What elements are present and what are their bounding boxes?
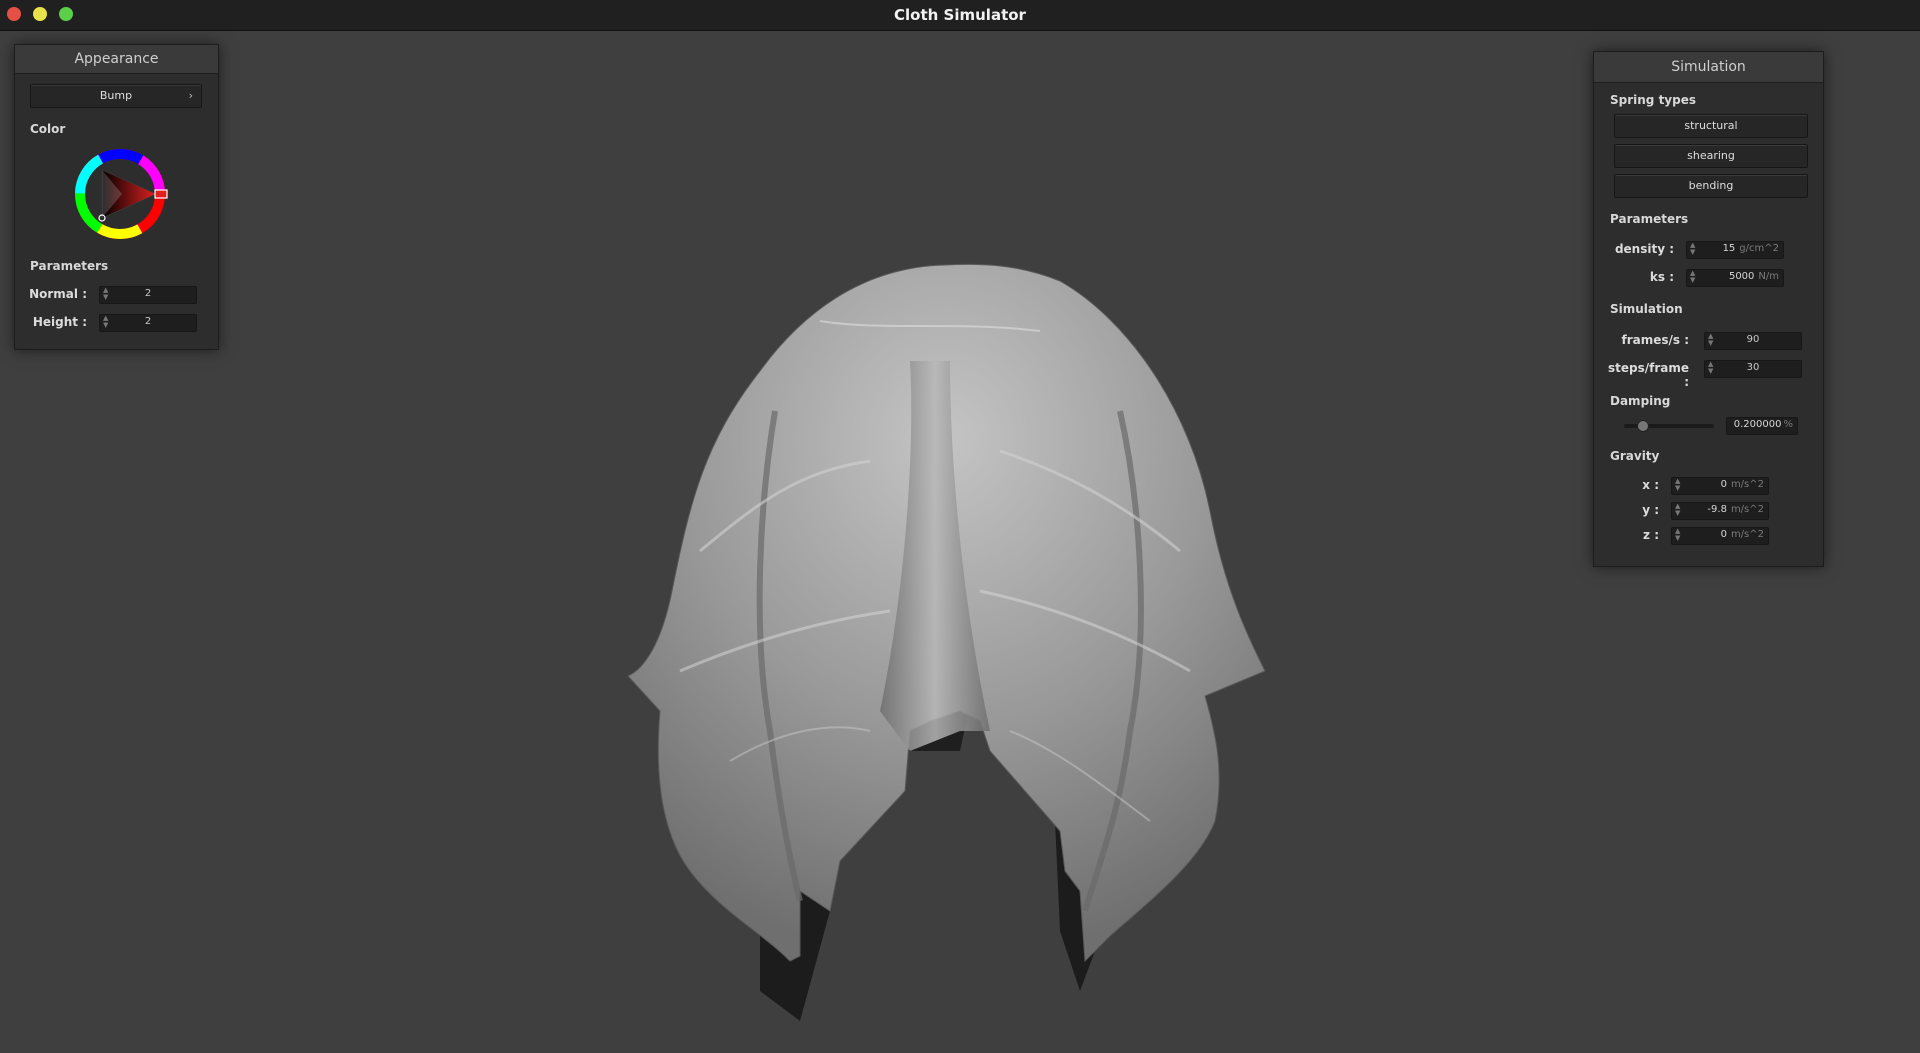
density-input[interactable]: ▲ ▼ 15 g/cm^2 — [1686, 241, 1784, 259]
appearance-panel-title: Appearance — [15, 45, 218, 74]
damping-label: Damping — [1610, 394, 1671, 408]
ks-value: 5000 — [1728, 271, 1755, 282]
steps-per-frame-value: 30 — [1746, 362, 1760, 373]
spinner-arrows-icon[interactable]: ▲ ▼ — [1675, 478, 1680, 492]
gravity-x-label: x : — [1642, 478, 1659, 492]
frames-per-second-input[interactable]: ▲ ▼ 90 — [1704, 332, 1802, 350]
spinner-arrows-icon[interactable]: ▲ ▼ — [1675, 503, 1680, 517]
spinner-arrows-icon[interactable]: ▲ ▼ — [1690, 270, 1695, 284]
shearing-spring-button[interactable]: shearing — [1614, 144, 1808, 168]
damping-input[interactable]: 0.200000% — [1726, 417, 1798, 435]
chevron-right-icon: › — [188, 89, 193, 102]
damping-unit: % — [1783, 419, 1793, 430]
simulation-section-label: Simulation — [1610, 302, 1683, 316]
color-wheel[interactable] — [72, 146, 168, 242]
height-value: 2 — [144, 316, 152, 327]
frames-per-second-label: frames/s : — [1621, 333, 1689, 347]
height-label: Height : — [32, 315, 87, 329]
gravity-x-unit: m/s^2 — [1730, 479, 1764, 490]
gravity-label: Gravity — [1610, 449, 1660, 463]
gravity-z-value: 0 — [1720, 529, 1727, 540]
simulation-panel: Simulation Spring types structural shear… — [1593, 51, 1824, 567]
frames-per-second-value: 90 — [1746, 334, 1760, 345]
steps-per-frame-input[interactable]: ▲ ▼ 30 — [1704, 360, 1802, 378]
simulation-parameters-label: Parameters — [1610, 212, 1689, 226]
color-section-label: Color — [30, 122, 66, 136]
gravity-y-input[interactable]: ▲ ▼ -9.8 m/s^2 — [1671, 502, 1769, 520]
structural-spring-button[interactable]: structural — [1614, 114, 1808, 138]
ks-input[interactable]: ▲ ▼ 5000 N/m — [1686, 269, 1784, 287]
density-value: 15 — [1722, 243, 1736, 254]
height-input[interactable]: ▲ ▼ 2 — [99, 314, 197, 332]
cloth-mesh[interactable] — [627, 263, 1266, 1021]
gravity-z-input[interactable]: ▲ ▼ 0 m/s^2 — [1671, 527, 1769, 545]
steps-per-frame-label: steps/frame : — [1607, 361, 1689, 389]
density-unit: g/cm^2 — [1739, 243, 1779, 254]
gravity-y-unit: m/s^2 — [1730, 504, 1764, 515]
gravity-z-unit: m/s^2 — [1730, 529, 1764, 540]
spinner-arrows-icon[interactable]: ▲ ▼ — [1690, 242, 1695, 256]
normal-value: 2 — [144, 288, 152, 299]
density-label: density : — [1614, 242, 1674, 256]
gravity-y-label: y : — [1642, 503, 1659, 517]
spinner-arrows-icon[interactable]: ▲ ▼ — [1675, 528, 1680, 542]
gravity-z-label: z : — [1643, 528, 1659, 542]
spring-types-label: Spring types — [1610, 93, 1697, 107]
window-title: Cloth Simulator — [894, 6, 1026, 24]
gravity-y-value: -9.8 — [1707, 504, 1727, 515]
ks-unit: N/m — [1758, 271, 1779, 282]
appearance-panel: Appearance Bump › Color Parameters Norma… — [14, 44, 219, 350]
shader-dropdown-label: Bump — [99, 89, 133, 102]
damping-slider-track[interactable] — [1624, 420, 1714, 432]
bending-spring-button[interactable]: bending — [1614, 174, 1808, 198]
damping-slider-handle[interactable] — [1637, 420, 1649, 432]
gravity-x-input[interactable]: ▲ ▼ 0 m/s^2 — [1671, 477, 1769, 495]
normal-input[interactable]: ▲ ▼ 2 — [99, 286, 197, 304]
appearance-parameters-label: Parameters — [30, 259, 109, 273]
title-bar: Cloth Simulator — [0, 0, 1920, 31]
gravity-x-value: 0 — [1720, 479, 1727, 490]
shader-dropdown[interactable]: Bump › — [30, 84, 202, 108]
ks-label: ks : — [1649, 270, 1674, 284]
damping-value: 0.200000 — [1733, 419, 1782, 430]
normal-label: Normal : — [29, 287, 87, 301]
simulation-panel-title: Simulation — [1594, 52, 1823, 83]
hue-selector-handle — [154, 189, 168, 199]
